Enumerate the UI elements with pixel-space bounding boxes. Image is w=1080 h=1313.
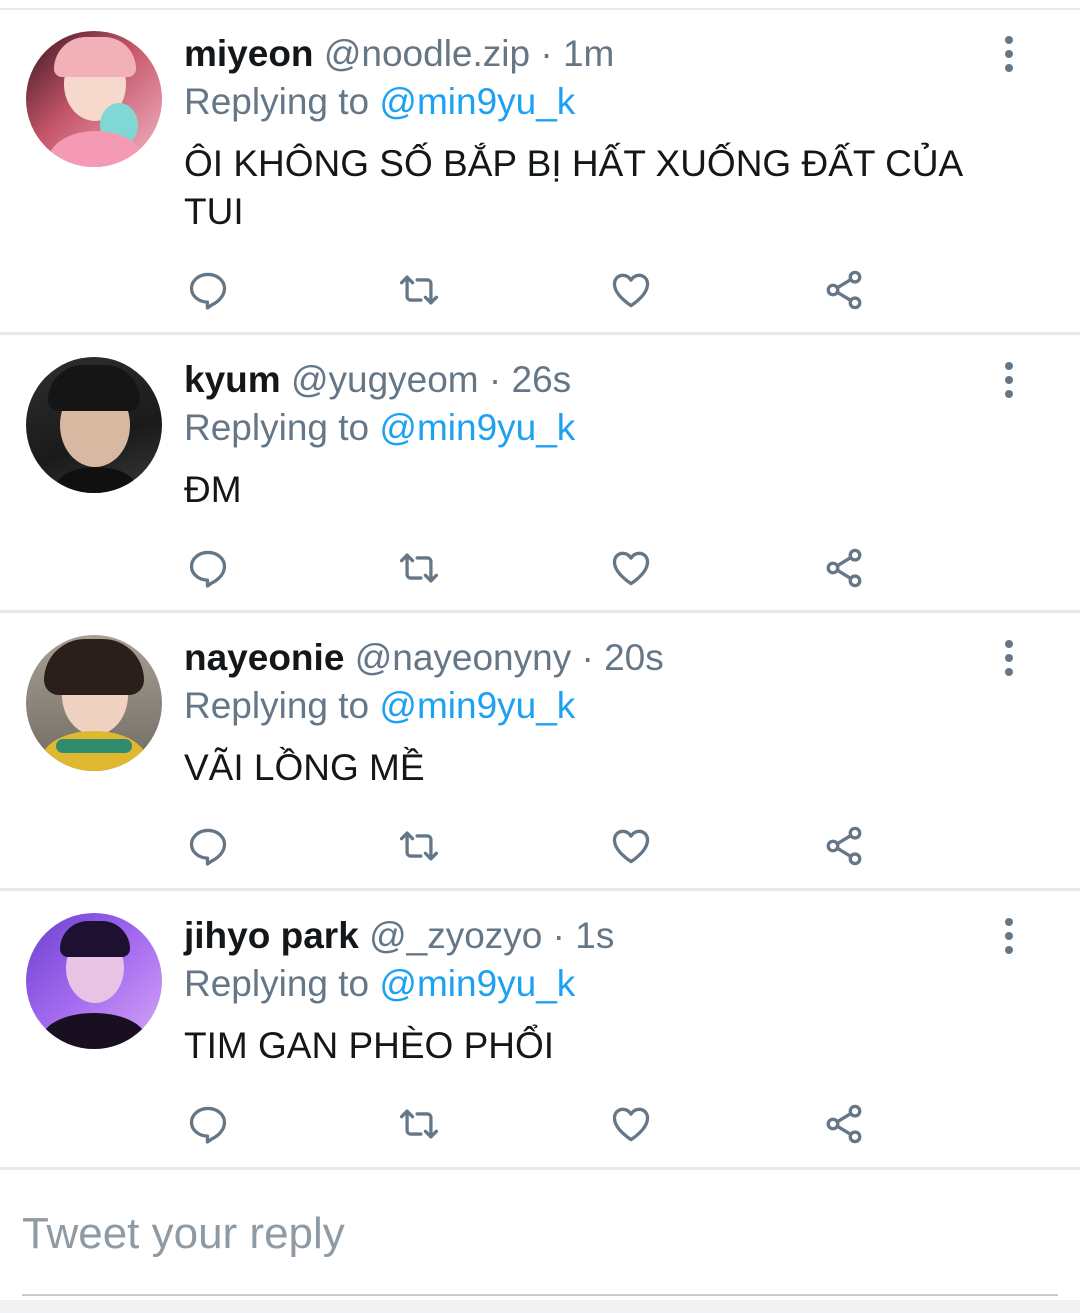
tweet-item[interactable]: miyeon @noodle.zip · 1m Replying to @min…: [0, 12, 1080, 335]
heart-icon: [612, 551, 650, 586]
share-button[interactable]: [819, 821, 869, 871]
share-button[interactable]: [819, 543, 869, 593]
tweet-header: miyeon @noodle.zip · 1m: [184, 32, 614, 76]
retweet-button[interactable]: [394, 265, 444, 315]
reply-input[interactable]: [22, 1204, 1058, 1264]
replying-to-line: Replying to @min9yu_k: [184, 406, 575, 450]
vertical-dots-icon: [1005, 918, 1013, 926]
action-bar: [0, 1099, 1080, 1149]
heart-icon: [612, 829, 650, 864]
tweet-header: kyum @yugyeom · 26s: [184, 358, 571, 402]
tweet-text: VÃI LỒNG MỀ: [184, 747, 425, 788]
like-button[interactable]: [606, 265, 656, 315]
user-handle[interactable]: @_zyozyo: [369, 915, 542, 956]
more-options-button[interactable]: [992, 32, 1026, 76]
comment-bubble-icon: [189, 828, 227, 866]
tweet-text: ĐM: [184, 469, 242, 510]
share-button[interactable]: [819, 1099, 869, 1149]
user-handle[interactable]: @noodle.zip: [324, 33, 530, 74]
replying-to-line: Replying to @min9yu_k: [184, 80, 575, 124]
mention-link[interactable]: @min9yu_k: [379, 81, 575, 122]
display-name[interactable]: miyeon: [184, 33, 314, 74]
share-icon: [826, 548, 862, 588]
replying-to-line: Replying to @min9yu_k: [184, 962, 575, 1006]
heart-icon: [612, 273, 650, 308]
reply-button[interactable]: [183, 1099, 233, 1149]
action-bar: [0, 265, 1080, 315]
timestamp: 1m: [562, 33, 615, 74]
tweet-text: TIM GAN PHÈO PHỔI: [184, 1025, 555, 1066]
retweet-icon: [399, 1109, 439, 1139]
vertical-dots-icon: [1005, 36, 1013, 44]
retweet-icon: [399, 553, 439, 583]
reply-composer: [0, 1170, 1080, 1313]
action-bar: [0, 543, 1080, 593]
more-options-button[interactable]: [992, 914, 1026, 958]
comment-bubble-icon: [189, 550, 227, 588]
top-edge: [0, 0, 1080, 10]
avatar[interactable]: [26, 31, 162, 167]
avatar[interactable]: [26, 913, 162, 1049]
avatar[interactable]: [26, 357, 162, 493]
replying-to-label: Replying to: [184, 81, 380, 122]
more-options-button[interactable]: [992, 636, 1026, 680]
retweet-button[interactable]: [394, 821, 444, 871]
user-handle[interactable]: @nayeonyny: [355, 637, 572, 678]
separator-dot: ·: [540, 33, 553, 74]
retweet-button[interactable]: [394, 543, 444, 593]
like-button[interactable]: [606, 1099, 656, 1149]
tweet-header: nayeonie @nayeonyny · 20s: [184, 636, 664, 680]
action-bar: [0, 821, 1080, 871]
reply-button[interactable]: [183, 265, 233, 315]
reply-button[interactable]: [183, 821, 233, 871]
share-icon: [826, 826, 862, 866]
mention-link[interactable]: @min9yu_k: [379, 685, 575, 726]
replying-to-label: Replying to: [184, 685, 380, 726]
like-button[interactable]: [606, 543, 656, 593]
timestamp: 20s: [604, 637, 664, 678]
timestamp: 26s: [511, 359, 572, 400]
display-name[interactable]: nayeonie: [184, 637, 344, 678]
tweet-item[interactable]: jihyo park @_zyozyo · 1s Replying to @mi…: [0, 891, 1080, 1170]
replying-to-line: Replying to @min9yu_k: [184, 684, 575, 728]
retweet-icon: [399, 831, 439, 861]
input-underline: [22, 1294, 1058, 1296]
display-name[interactable]: jihyo park: [184, 915, 359, 956]
more-options-button[interactable]: [992, 358, 1026, 402]
avatar[interactable]: [26, 635, 162, 771]
share-icon: [826, 1104, 862, 1144]
share-icon: [826, 270, 862, 310]
separator-dot: ·: [488, 359, 502, 400]
heart-icon: [612, 1107, 650, 1142]
like-button[interactable]: [606, 821, 656, 871]
separator-dot: ·: [552, 915, 565, 956]
vertical-dots-icon: [1005, 640, 1013, 648]
display-name[interactable]: kyum: [184, 359, 281, 400]
comment-bubble-icon: [189, 272, 227, 310]
comment-bubble-icon: [189, 1106, 227, 1144]
tweet-text: ÔI KHÔNG SỐ BẮP BỊ HẤT XUỐNG ĐẤT CỦA TUI: [184, 143, 962, 232]
reply-button[interactable]: [183, 543, 233, 593]
separator-dot: ·: [581, 637, 594, 678]
mention-link[interactable]: @min9yu_k: [379, 963, 575, 1004]
replying-to-label: Replying to: [184, 407, 380, 448]
mention-link[interactable]: @min9yu_k: [379, 407, 575, 448]
share-button[interactable]: [819, 265, 869, 315]
bottom-edge: [0, 1300, 1080, 1313]
vertical-dots-icon: [1005, 362, 1013, 370]
retweet-button[interactable]: [394, 1099, 444, 1149]
tweet-item[interactable]: nayeonie @nayeonyny · 20s Replying to @m…: [0, 613, 1080, 891]
retweet-icon: [399, 275, 439, 305]
tweet-item[interactable]: kyum @yugyeom · 26s Replying to @min9yu_…: [0, 335, 1080, 613]
user-handle[interactable]: @yugyeom: [291, 359, 479, 400]
timestamp: 1s: [575, 915, 615, 956]
tweet-header: jihyo park @_zyozyo · 1s: [184, 914, 614, 958]
replying-to-label: Replying to: [184, 963, 380, 1004]
